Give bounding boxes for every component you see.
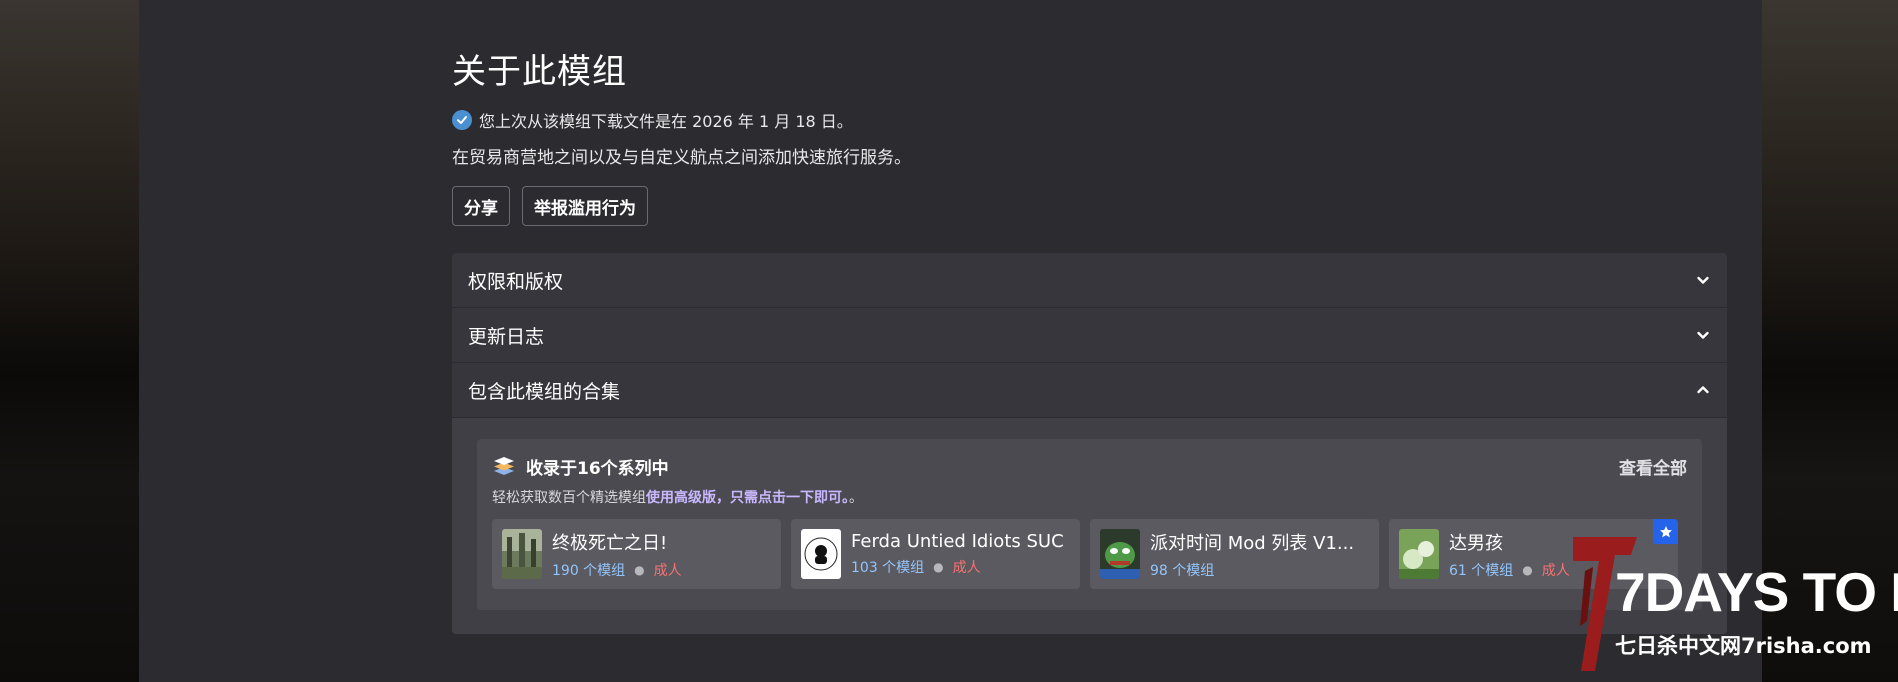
chevron-down-icon [1697, 331, 1709, 339]
collection-thumbnail [1399, 529, 1439, 579]
collection-name: Ferda Untied Idiots SUC [851, 531, 1064, 552]
collection-item[interactable]: Ferda Untied Idiots SUC 103 个模组 ● 成人 [791, 519, 1080, 589]
collection-meta: 190 个模组 ● 成人 [552, 560, 682, 580]
collection-name: 派对时间 Mod 列表 V1... [1150, 532, 1355, 554]
report-abuse-button[interactable]: 举报滥用行为 [522, 186, 648, 226]
collection-meta: 61 个模组 ● 成人 [1449, 560, 1570, 580]
layers-icon [494, 457, 514, 475]
page-panel: 关于此模组 您上次从该模组下载文件是在 2026 年 1 月 18 日。 在贸易… [139, 0, 1762, 682]
background-left [0, 0, 139, 682]
adult-tag: 成人 [653, 562, 682, 579]
accordion-permissions[interactable]: 权限和版权 [452, 253, 1727, 308]
collections-title: 收录于16个系列中 [492, 454, 669, 479]
premium-promo-prefix: 轻松获取数百个精选模组 [492, 490, 646, 506]
chevron-up-icon [1697, 386, 1709, 394]
mod-description: 在贸易商营地之间以及与自定义航点之间添加快速旅行服务。 [452, 148, 911, 168]
separator-dot: ● [933, 560, 944, 574]
collection-text: 达男孩 61 个模组 ● 成人 [1449, 529, 1570, 580]
collection-count: 98 个模组 [1150, 562, 1215, 579]
collections-panel: 收录于16个系列中 查看全部 轻松获取数百个精选模组使用高级版，只需点击一下即可… [452, 418, 1727, 634]
premium-promo-suffix: 。 [849, 490, 863, 506]
collections-grid: 终极死亡之日! 190 个模组 ● 成人 Ferda Untied Idiots… [492, 519, 1687, 589]
info-accordion: 权限和版权 更新日志 包含此模组的合集 收录于16个系列中 查看全部 轻松获取数… [452, 253, 1727, 634]
collection-name: 终极死亡之日! [552, 532, 668, 554]
accordion-permissions-label: 权限和版权 [468, 270, 564, 293]
accordion-changelog[interactable]: 更新日志 [452, 308, 1727, 363]
collections-card: 收录于16个系列中 查看全部 轻松获取数百个精选模组使用高级版，只需点击一下即可… [477, 439, 1702, 610]
download-notice-text: 您上次从该模组下载文件是在 2026 年 1 月 18 日。 [479, 112, 853, 131]
collection-meta: 98 个模组 [1150, 560, 1354, 580]
collection-item[interactable]: 派对时间 Mod 列表 V1... 98 个模组 [1090, 519, 1379, 589]
collection-thumbnail [801, 529, 841, 579]
separator-dot: ● [634, 562, 645, 577]
download-notice: 您上次从该模组下载文件是在 2026 年 1 月 18 日。 [452, 108, 853, 132]
collection-thumbnail [502, 529, 542, 579]
accordion-changelog-label: 更新日志 [468, 325, 545, 348]
check-circle-icon [452, 110, 472, 130]
collection-count: 103 个模组 [851, 560, 925, 576]
chevron-down-icon [1697, 276, 1709, 284]
logo-main-text: 7DAYS TO DIE [1615, 561, 1898, 623]
collections-header: 收录于16个系列中 查看全部 [492, 453, 1687, 479]
watermark-logo: 7DAYS TO DIE 七日杀中文网7risha.com [1573, 537, 1898, 671]
separator-dot: ● [1522, 562, 1533, 577]
logo-sub-text: 七日杀中文网7risha.com [1615, 634, 1872, 658]
collection-meta: 103 个模组 ● 成人 [851, 557, 1064, 577]
collection-count: 190 个模组 [552, 562, 626, 579]
accordion-collections-label: 包含此模组的合集 [468, 380, 621, 403]
collection-thumbnail [1100, 529, 1140, 579]
action-buttons: 分享 举报滥用行为 [452, 186, 648, 226]
collection-item[interactable]: 终极死亡之日! 190 个模组 ● 成人 [492, 519, 781, 589]
adult-tag: 成人 [952, 560, 981, 576]
collection-text: 派对时间 Mod 列表 V1... 98 个模组 [1150, 529, 1354, 580]
collection-count: 61 个模组 [1449, 562, 1514, 579]
accordion-collections[interactable]: 包含此模组的合集 [452, 363, 1727, 418]
premium-promo: 轻松获取数百个精选模组使用高级版，只需点击一下即可。。 [492, 487, 1687, 507]
share-button[interactable]: 分享 [452, 186, 510, 226]
view-all-link[interactable]: 查看全部 [1619, 454, 1687, 479]
collections-title-text: 收录于16个系列中 [526, 458, 669, 479]
collection-text: 终极死亡之日! 190 个模组 ● 成人 [552, 529, 682, 580]
premium-link[interactable]: 使用高级版，只需点击一下即可。 [646, 490, 849, 506]
collection-name: 达男孩 [1449, 532, 1503, 554]
page-title: 关于此模组 [452, 52, 627, 92]
collection-text: Ferda Untied Idiots SUC 103 个模组 ● 成人 [851, 531, 1064, 577]
